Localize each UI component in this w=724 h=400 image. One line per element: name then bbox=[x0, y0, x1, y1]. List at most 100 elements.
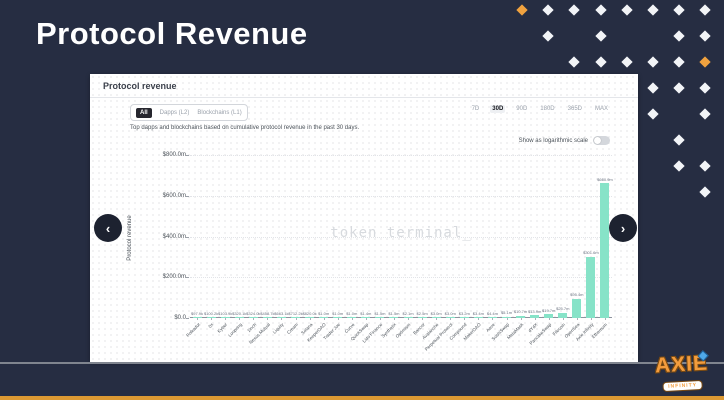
x-tick bbox=[436, 318, 437, 320]
diamond-icon bbox=[568, 56, 579, 67]
diamond-icon bbox=[699, 160, 710, 171]
bar-value-label: $100.2k bbox=[204, 311, 218, 316]
filter-tab-blockchains-l1-[interactable]: Blockchains (L1) bbox=[197, 110, 241, 116]
x-tick bbox=[605, 318, 606, 320]
time-range-max[interactable]: MAX bbox=[593, 105, 610, 113]
bar-value-label: $1.0m bbox=[318, 311, 329, 316]
bar-ethereum[interactable] bbox=[600, 183, 609, 318]
bar-value-label: $5.1m bbox=[501, 310, 512, 315]
diamond-icon bbox=[673, 82, 684, 93]
next-button[interactable]: › bbox=[609, 214, 637, 242]
axie-infinity-logo: AXIE INFINITY bbox=[647, 354, 717, 394]
bar-value-label: $3.0m bbox=[445, 311, 456, 316]
gridline bbox=[190, 237, 612, 238]
x-tick bbox=[577, 318, 578, 320]
diamond-icon bbox=[699, 108, 710, 119]
diamond-icon bbox=[542, 4, 553, 15]
bar-chart-plot: token terminal_ $800.0m$600.0m$400.0m$20… bbox=[190, 155, 612, 318]
x-tick bbox=[211, 318, 212, 320]
log-scale-label: Show as logarithmic scale bbox=[519, 138, 588, 144]
x-tick bbox=[535, 318, 536, 320]
y-tick-label: $400.0m bbox=[146, 234, 186, 240]
y-tick bbox=[186, 277, 189, 278]
bar-value-label: $3.4m bbox=[473, 311, 484, 316]
filter-tab-dapps-l2-[interactable]: Dapps (L2) bbox=[160, 110, 190, 116]
gridline bbox=[190, 196, 612, 197]
x-axis-label-text: dYdX bbox=[527, 322, 538, 333]
time-range-selector[interactable]: 7D 30D 90D 180D 365D MAX bbox=[470, 105, 610, 113]
filter-tab-all[interactable]: All bbox=[136, 108, 152, 118]
diamond-icon bbox=[647, 108, 658, 119]
x-tick bbox=[478, 318, 479, 320]
time-range-365d[interactable]: 365D bbox=[566, 105, 584, 113]
bar-value-label: $301.6m bbox=[583, 250, 599, 255]
bar-value-label: $1.5m bbox=[388, 311, 399, 316]
x-axis-label-text: 1inch bbox=[246, 322, 257, 333]
x-tick bbox=[296, 318, 297, 320]
bar-value-label: $660.9m bbox=[597, 177, 613, 182]
diamond-icon bbox=[621, 4, 632, 15]
diamond-orange-icon bbox=[516, 4, 527, 15]
chevron-right-icon: › bbox=[621, 221, 625, 236]
page-title: Protocol Revenue bbox=[36, 16, 308, 52]
gridline bbox=[190, 277, 612, 278]
y-tick-label: $0.0 bbox=[146, 315, 186, 321]
diamond-icon bbox=[647, 4, 658, 15]
bar-value-label: $324.0k bbox=[246, 311, 260, 316]
time-range-90d[interactable]: 90D bbox=[514, 105, 529, 113]
y-tick bbox=[186, 155, 189, 156]
x-axis-label-text: Polkadot bbox=[185, 322, 201, 338]
bar-value-label: $458.7k bbox=[260, 311, 274, 316]
scope-filter-tabs[interactable]: All Dapps (L2) Blockchains (L1) bbox=[130, 104, 248, 121]
diamond-icon bbox=[673, 56, 684, 67]
bar-value-label: $1.0m bbox=[346, 311, 357, 316]
card-header: Protocol revenue bbox=[90, 74, 638, 98]
diamond-icon bbox=[699, 186, 710, 197]
bar-value-label: $10.7m bbox=[514, 309, 527, 314]
bar-value-label: $25.7m bbox=[556, 306, 569, 311]
x-tick bbox=[253, 318, 254, 320]
bar-axie-infinity[interactable] bbox=[586, 257, 595, 318]
x-tick bbox=[464, 318, 465, 320]
diamond-icon bbox=[699, 4, 710, 15]
x-tick bbox=[366, 318, 367, 320]
watermark: token terminal_ bbox=[190, 225, 612, 241]
y-tick-label: $200.0m bbox=[146, 274, 186, 280]
diamond-icon bbox=[595, 30, 606, 41]
bar-value-label: $3.2m bbox=[459, 311, 470, 316]
bar-value-label: $3.0m bbox=[431, 311, 442, 316]
bar-value-label: $95.4m bbox=[570, 292, 583, 297]
x-tick bbox=[281, 318, 282, 320]
log-scale-toggle[interactable] bbox=[593, 136, 610, 145]
x-tick bbox=[507, 318, 508, 320]
time-range-7d[interactable]: 7D bbox=[470, 105, 482, 113]
prev-button[interactable]: ‹ bbox=[94, 214, 122, 242]
bar-value-label: $103.9k bbox=[218, 311, 232, 316]
bar-value-label: $1.4m bbox=[360, 311, 371, 316]
x-axis-label-text: Curve bbox=[343, 322, 355, 334]
diamond-icon bbox=[595, 4, 606, 15]
y-tick bbox=[186, 318, 189, 319]
x-axis-label-text: Liquity bbox=[272, 322, 285, 335]
x-tick bbox=[225, 318, 226, 320]
x-tick bbox=[591, 318, 592, 320]
bar-value-label: $2.1m bbox=[402, 311, 413, 316]
x-axis-label-text: Loopring bbox=[227, 322, 243, 338]
x-tick bbox=[422, 318, 423, 320]
diamond-icon bbox=[673, 160, 684, 171]
time-range-180d[interactable]: 180D bbox=[538, 105, 556, 113]
bar-opensea[interactable] bbox=[572, 299, 581, 318]
x-axis-label-text: Aave bbox=[485, 322, 496, 333]
footer-divider bbox=[0, 362, 724, 364]
x-axis-label-text: Cream bbox=[286, 322, 299, 335]
chevron-left-icon: ‹ bbox=[106, 221, 110, 236]
bar-value-label: $97.9k bbox=[191, 311, 203, 316]
time-range-30d[interactable]: 30D bbox=[490, 105, 505, 113]
y-tick-label: $600.0m bbox=[146, 193, 186, 199]
bar-value-label: $712.2k bbox=[288, 311, 302, 316]
gridline bbox=[190, 155, 612, 156]
x-tick bbox=[352, 318, 353, 320]
x-axis-label-text: Kyber bbox=[217, 322, 229, 334]
x-tick bbox=[239, 318, 240, 320]
x-axis-label-text: 0x bbox=[208, 322, 215, 329]
